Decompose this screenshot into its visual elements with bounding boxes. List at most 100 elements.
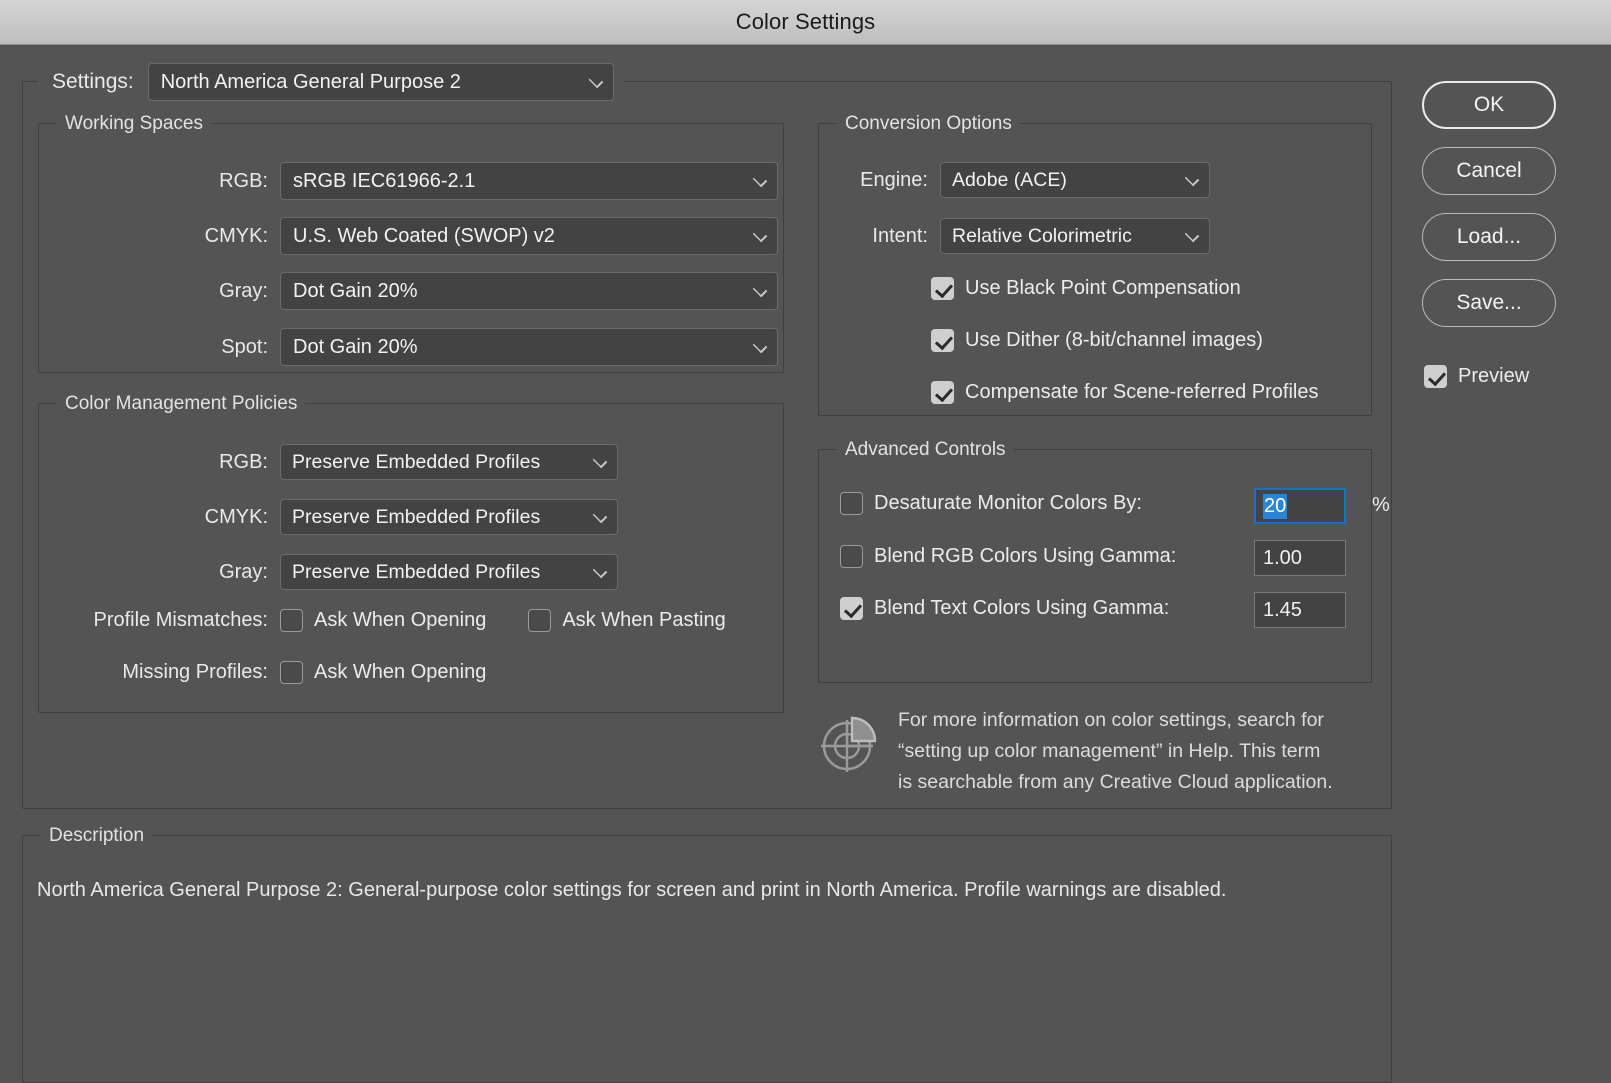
checkbox-icon[interactable] bbox=[280, 661, 303, 684]
blend-text-gamma-value: 1.45 bbox=[1263, 598, 1302, 621]
desaturate-monitor-colors-label: Desaturate Monitor Colors By: bbox=[874, 492, 1142, 514]
conversion-engine-select[interactable]: Adobe (ACE) bbox=[940, 162, 1210, 198]
conversion-engine-label: Engine: bbox=[860, 168, 928, 191]
conversion-engine-value: Adobe (ACE) bbox=[952, 168, 1067, 191]
profile-mismatches-ask-pasting-label: Ask When Pasting bbox=[562, 609, 726, 631]
preview-label: Preview bbox=[1458, 365, 1530, 387]
compensate-scene-referred-profiles[interactable]: Compensate for Scene-referred Profiles bbox=[931, 381, 1319, 404]
blend-text-gamma-input[interactable]: 1.45 bbox=[1254, 592, 1346, 628]
working-spaces-legend: Working Spaces bbox=[57, 113, 211, 135]
checkbox-icon[interactable] bbox=[840, 492, 863, 515]
working-spaces-rgb-value: sRGB IEC61966-2.1 bbox=[293, 169, 476, 192]
advanced-controls-legend: Advanced Controls bbox=[837, 439, 1014, 461]
cmp-gray-value: Preserve Embedded Profiles bbox=[292, 560, 541, 583]
description-text: North America General Purpose 2: General… bbox=[37, 879, 1227, 901]
description-legend: Description bbox=[41, 825, 153, 847]
blend-text-gamma-checkbox-row[interactable]: Blend Text Colors Using Gamma: bbox=[840, 597, 1169, 620]
use-dither[interactable]: Use Dither (8-bit/channel images) bbox=[931, 329, 1263, 352]
desaturate-monitor-colors-value: 20 bbox=[1263, 493, 1288, 519]
ok-button-label: OK bbox=[1473, 93, 1505, 116]
checkbox-icon[interactable] bbox=[280, 609, 303, 632]
profile-mismatches-ask-pasting[interactable]: Ask When Pasting bbox=[528, 609, 726, 632]
working-spaces-row-cmyk: CMYK: U.S. Web Coated (SWOP) v2 bbox=[38, 217, 784, 255]
working-spaces-spot-label: Spot: bbox=[221, 335, 268, 358]
working-spaces-gray-value: Dot Gain 20% bbox=[293, 279, 418, 302]
conversion-intent-row: Intent: Relative Colorimetric bbox=[818, 218, 1210, 254]
chevron-down-icon bbox=[752, 338, 768, 354]
desaturate-monitor-colors-checkbox-row[interactable]: Desaturate Monitor Colors By: bbox=[840, 492, 1142, 515]
cmp-rgb-select[interactable]: Preserve Embedded Profiles bbox=[280, 444, 618, 480]
profile-mismatches-ask-opening-label: Ask When Opening bbox=[314, 609, 487, 631]
missing-profiles-ask-opening-label: Ask When Opening bbox=[314, 661, 487, 683]
cmp-row-gray: Gray: Preserve Embedded Profiles bbox=[38, 554, 784, 590]
checkbox-icon[interactable] bbox=[840, 597, 863, 620]
conversion-intent-value: Relative Colorimetric bbox=[952, 224, 1132, 247]
description-group: Description North America General Purpos… bbox=[22, 825, 1392, 1083]
save-button-label: Save... bbox=[1456, 291, 1522, 314]
load-button[interactable]: Load... bbox=[1422, 213, 1556, 261]
color-wheel-icon bbox=[821, 716, 877, 772]
use-black-point-compensation-label: Use Black Point Compensation bbox=[965, 277, 1241, 299]
missing-profiles-ask-opening[interactable]: Ask When Opening bbox=[280, 661, 486, 684]
blend-rgb-gamma-checkbox-row[interactable]: Blend RGB Colors Using Gamma: bbox=[840, 545, 1176, 568]
chevron-down-icon bbox=[752, 282, 768, 298]
blend-rgb-gamma-label: Blend RGB Colors Using Gamma: bbox=[874, 545, 1177, 567]
compensate-scene-referred-profiles-label: Compensate for Scene-referred Profiles bbox=[965, 381, 1319, 403]
settings-row: Settings: North America General Purpose … bbox=[38, 63, 624, 101]
checkbox-icon[interactable] bbox=[931, 277, 954, 300]
blend-rgb-gamma-value: 1.00 bbox=[1263, 546, 1302, 569]
chevron-down-icon bbox=[588, 73, 604, 89]
conversion-options-legend: Conversion Options bbox=[837, 113, 1020, 135]
preview-checkbox-row[interactable]: Preview bbox=[1424, 365, 1529, 388]
use-dither-label: Use Dither (8-bit/channel images) bbox=[965, 329, 1263, 351]
cmp-cmyk-select[interactable]: Preserve Embedded Profiles bbox=[280, 499, 618, 535]
working-spaces-cmyk-value: U.S. Web Coated (SWOP) v2 bbox=[293, 224, 555, 247]
conversion-intent-select[interactable]: Relative Colorimetric bbox=[940, 218, 1210, 254]
working-spaces-cmyk-label: CMYK: bbox=[204, 224, 268, 247]
checkbox-icon[interactable] bbox=[1424, 365, 1447, 388]
chevron-down-icon bbox=[592, 508, 608, 524]
settings-preset-select[interactable]: North America General Purpose 2 bbox=[147, 63, 614, 101]
settings-label: Settings: bbox=[52, 70, 134, 93]
checkbox-icon[interactable] bbox=[931, 381, 954, 404]
working-spaces-cmyk-select[interactable]: U.S. Web Coated (SWOP) v2 bbox=[280, 217, 778, 255]
checkbox-icon[interactable] bbox=[528, 609, 552, 632]
desaturate-percent-unit: % bbox=[1372, 494, 1390, 516]
working-spaces-gray-label: Gray: bbox=[219, 279, 268, 302]
ok-button[interactable]: OK bbox=[1422, 81, 1556, 129]
missing-profiles-label: Missing Profiles: bbox=[122, 661, 268, 683]
cmp-rgb-label: RGB: bbox=[219, 450, 268, 473]
chevron-down-icon bbox=[1184, 227, 1200, 243]
blend-rgb-gamma-input[interactable]: 1.00 bbox=[1254, 540, 1346, 576]
cmp-cmyk-label: CMYK: bbox=[204, 505, 268, 528]
color-settings-dialog: Settings: North America General Purpose … bbox=[0, 45, 1611, 1083]
cmp-row-cmyk: CMYK: Preserve Embedded Profiles bbox=[38, 499, 784, 535]
desaturate-monitor-colors-input[interactable]: 20 bbox=[1254, 488, 1346, 524]
working-spaces-row-gray: Gray: Dot Gain 20% bbox=[38, 272, 784, 310]
chevron-down-icon bbox=[1184, 171, 1200, 187]
profile-mismatches-row: Profile Mismatches: Ask When Opening Ask… bbox=[38, 609, 726, 632]
cmp-gray-select[interactable]: Preserve Embedded Profiles bbox=[280, 554, 618, 590]
chevron-down-icon bbox=[752, 227, 768, 243]
conversion-engine-row: Engine: Adobe (ACE) bbox=[818, 162, 1210, 198]
use-black-point-compensation[interactable]: Use Black Point Compensation bbox=[931, 277, 1241, 300]
color-management-policies-legend: Color Management Policies bbox=[57, 393, 306, 415]
cmp-rgb-value: Preserve Embedded Profiles bbox=[292, 450, 541, 473]
checkbox-icon[interactable] bbox=[840, 545, 863, 568]
settings-preset-value: North America General Purpose 2 bbox=[160, 70, 461, 93]
working-spaces-spot-select[interactable]: Dot Gain 20% bbox=[280, 328, 778, 366]
window-title: Color Settings bbox=[735, 9, 876, 34]
working-spaces-gray-select[interactable]: Dot Gain 20% bbox=[280, 272, 778, 310]
working-spaces-row-spot: Spot: Dot Gain 20% bbox=[38, 328, 784, 366]
profile-mismatches-ask-opening[interactable]: Ask When Opening bbox=[280, 609, 486, 632]
profile-mismatches-label: Profile Mismatches: bbox=[93, 609, 269, 631]
chevron-down-icon bbox=[752, 172, 768, 188]
working-spaces-rgb-select[interactable]: sRGB IEC61966-2.1 bbox=[280, 162, 778, 200]
cancel-button-label: Cancel bbox=[1456, 159, 1522, 182]
load-button-label: Load... bbox=[1456, 225, 1522, 248]
cancel-button[interactable]: Cancel bbox=[1422, 147, 1556, 195]
chevron-down-icon bbox=[592, 453, 608, 469]
checkbox-icon[interactable] bbox=[931, 329, 954, 352]
help-info-text: For more information on color settings, … bbox=[898, 709, 1333, 793]
save-button[interactable]: Save... bbox=[1422, 279, 1556, 327]
